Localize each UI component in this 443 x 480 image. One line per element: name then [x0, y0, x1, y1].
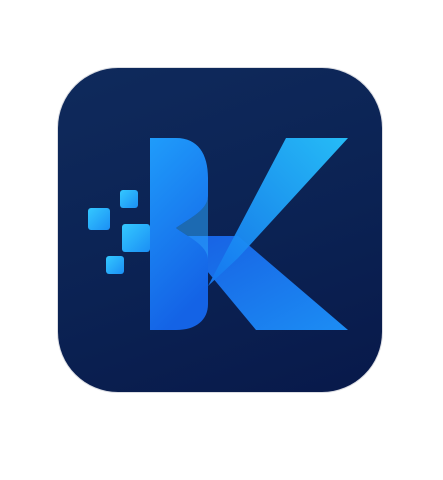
k-upper-arm — [208, 138, 348, 286]
canvas — [0, 0, 443, 480]
pixel-square — [106, 256, 124, 274]
pixel-square — [122, 224, 150, 252]
pixel-square — [88, 208, 110, 230]
pixel-square — [120, 190, 138, 208]
app-icon[interactable] — [58, 68, 382, 392]
k-logo-icon — [88, 138, 348, 330]
